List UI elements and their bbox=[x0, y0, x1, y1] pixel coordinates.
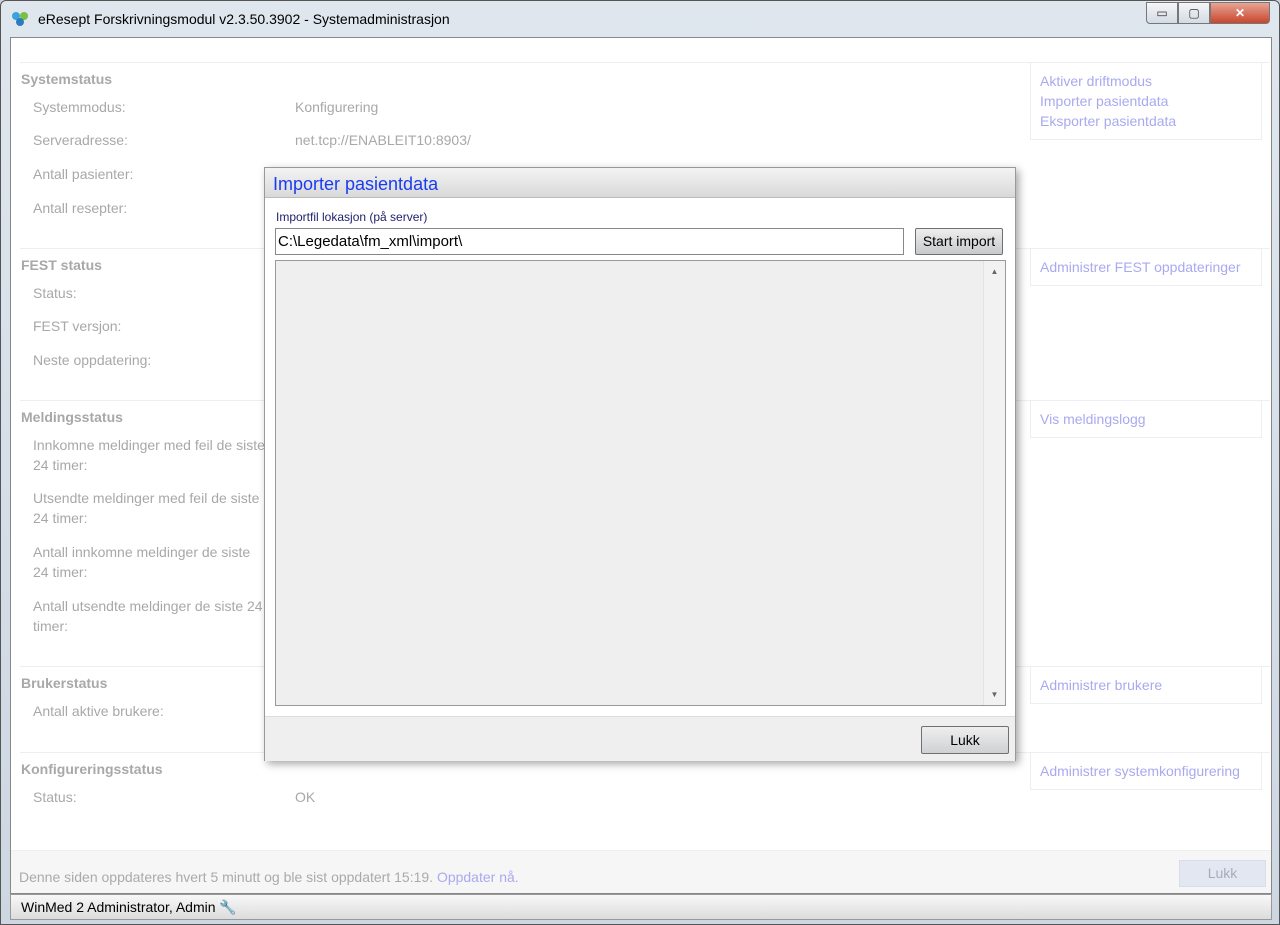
app-logo-icon bbox=[12, 12, 28, 26]
export-patient-data-link[interactable]: Eksporter pasientdata bbox=[1040, 111, 1252, 131]
label: Antall utsendte meldinger de siste 24 ti… bbox=[33, 598, 263, 634]
message-log-link[interactable]: Vis meldingslogg bbox=[1040, 409, 1252, 429]
dialog-title: Importer pasientdata bbox=[273, 174, 439, 194]
label: Neste oppdatering: bbox=[33, 352, 152, 368]
manage-config-link[interactable]: Administrer systemkonfigurering bbox=[1040, 761, 1252, 781]
status-bar: WinMed 2 Administrator, Admin 🔧 bbox=[10, 894, 1272, 920]
fest-actions: Administrer FEST oppdateringer bbox=[1030, 248, 1262, 286]
section-heading-melding: Meldingsstatus bbox=[21, 409, 123, 425]
current-user: WinMed 2 Administrator, Admin 🔧 bbox=[21, 899, 237, 916]
dialog-title-bar: Importer pasientdata bbox=[265, 168, 1015, 198]
footer-bar: Denne siden oppdateres hvert 5 minutt og… bbox=[11, 850, 1271, 893]
dialog-footer: Lukk bbox=[265, 716, 1015, 761]
label: Antall resepter: bbox=[33, 200, 128, 216]
title-bar: eResept Forskrivningsmodul v2.3.50.3902 … bbox=[1, 1, 1279, 37]
scroll-up-icon[interactable]: ▲ bbox=[984, 267, 1005, 276]
start-import-button[interactable]: Start import bbox=[915, 228, 1003, 255]
label: Status: bbox=[33, 285, 77, 301]
melding-actions: Vis meldingslogg bbox=[1030, 400, 1262, 438]
value: Konfigurering bbox=[295, 99, 379, 115]
activate-operation-link[interactable]: Aktiver driftmodus bbox=[1040, 71, 1252, 91]
section-heading-konfig: Konfigureringsstatus bbox=[21, 761, 163, 777]
label: Antall innkomne meldinger de siste 24 ti… bbox=[33, 544, 251, 580]
label: Systemmodus: bbox=[33, 99, 126, 115]
dialog-close-button[interactable]: Lukk bbox=[921, 726, 1009, 754]
system-actions: Aktiver driftmodus Importer pasientdata … bbox=[1030, 62, 1262, 140]
section-heading-systemstatus: Systemstatus bbox=[21, 71, 113, 87]
label: FEST versjon: bbox=[33, 318, 122, 334]
manage-fest-link[interactable]: Administrer FEST oppdateringer bbox=[1040, 257, 1252, 277]
value: net.tcp://ENABLEIT10:8903/ bbox=[295, 132, 471, 148]
manage-users-link[interactable]: Administrer brukere bbox=[1040, 675, 1252, 695]
refresh-now-link[interactable]: Oppdater nå. bbox=[437, 869, 519, 885]
bruker-actions: Administrer brukere bbox=[1030, 666, 1262, 704]
label: Antall pasienter: bbox=[33, 166, 134, 182]
section-heading-bruker: Brukerstatus bbox=[21, 675, 108, 691]
close-button-disabled[interactable]: Lukk bbox=[1179, 860, 1266, 887]
import-path-input[interactable] bbox=[275, 228, 904, 255]
wrench-icon: 🔧 bbox=[219, 899, 237, 915]
maximize-button[interactable]: ▢ bbox=[1178, 2, 1210, 24]
label: Status: bbox=[33, 789, 77, 805]
section-heading-fest: FEST status bbox=[21, 257, 102, 273]
window-title: eResept Forskrivningsmodul v2.3.50.3902 … bbox=[38, 11, 450, 27]
konfig-actions: Administrer systemkonfigurering bbox=[1030, 752, 1262, 790]
refresh-text: Denne siden oppdateres hvert 5 minutt og… bbox=[19, 869, 434, 885]
user-text: WinMed 2 Administrator, Admin bbox=[21, 899, 216, 915]
refresh-info: Denne siden oppdateres hvert 5 minutt og… bbox=[19, 869, 519, 885]
label: Serveradresse: bbox=[33, 132, 128, 148]
log-scrollbar[interactable]: ▲ ▼ bbox=[983, 261, 1005, 705]
import-path-label: Importfil lokasjon (på server) bbox=[276, 210, 428, 224]
label: Antall aktive brukere: bbox=[33, 703, 164, 719]
value: OK bbox=[295, 789, 316, 805]
close-window-button[interactable]: ✕ bbox=[1210, 2, 1270, 24]
scroll-down-icon[interactable]: ▼ bbox=[984, 690, 1005, 699]
label: Innkomne meldinger med feil de siste 24 … bbox=[33, 437, 265, 473]
import-log: ▲ ▼ bbox=[275, 260, 1006, 706]
minimize-button[interactable]: ▭ bbox=[1146, 2, 1178, 24]
label: Utsendte meldinger med feil de siste 24 … bbox=[33, 490, 260, 526]
import-dialog: Importer pasientdata Importfil lokasjon … bbox=[264, 167, 1016, 761]
import-patient-data-link[interactable]: Importer pasientdata bbox=[1040, 91, 1252, 111]
